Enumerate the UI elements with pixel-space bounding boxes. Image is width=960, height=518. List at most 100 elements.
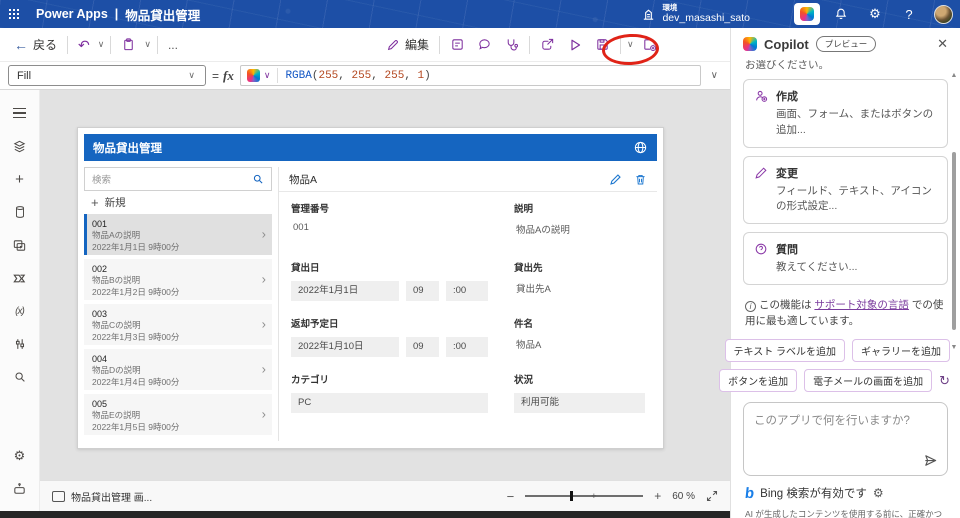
zoom-out-button[interactable]: −	[507, 489, 515, 504]
rail-insert-icon[interactable]: +	[4, 164, 36, 194]
date-input[interactable]: 2022年1月10日	[291, 337, 399, 357]
chip-add-text-label[interactable]: テキスト ラベルを追加	[724, 339, 845, 363]
globe-icon[interactable]	[633, 140, 648, 155]
undo-icon: ↶	[78, 36, 90, 53]
chevron-right-icon: ›	[261, 315, 266, 331]
rail-power-automate-icon[interactable]	[4, 263, 36, 293]
rail-variables-icon[interactable]: (x)	[4, 296, 36, 326]
rail-menu-icon[interactable]	[4, 98, 36, 128]
formula-bar: Fill ∨ = fx ∨ RGBA(255, 255, 255, 1) ∨	[0, 62, 730, 90]
copilot-toggle-button[interactable]	[790, 0, 824, 28]
app-checker-button[interactable]	[498, 32, 525, 58]
item-id: 003	[92, 309, 108, 319]
undo-button[interactable]: ↶	[72, 32, 96, 58]
status-input[interactable]: 利用可能	[514, 393, 645, 413]
account-button[interactable]	[926, 0, 960, 28]
environment-switcher[interactable]: 環境 dev_masashi_sato	[641, 3, 750, 25]
product-name[interactable]: Power Apps	[36, 7, 108, 21]
notifications-button[interactable]	[824, 0, 858, 28]
zoom-slider-handle[interactable]	[570, 491, 573, 501]
hour-input[interactable]: 09	[406, 337, 439, 357]
back-button[interactable]: ← 戻る	[8, 32, 63, 58]
overflow-button[interactable]: ...	[162, 32, 184, 58]
comments-button[interactable]	[444, 32, 471, 58]
screen-name[interactable]: 物品貸出管理 画...	[71, 489, 152, 504]
chip-add-button[interactable]: ボタンを追加	[719, 369, 798, 393]
help-button[interactable]: ?	[892, 0, 926, 28]
app-screen-preview[interactable]: 物品貸出管理 検索 + 新規 001 物品Aの説明 2022年1月1日 9時00…	[77, 127, 664, 449]
new-record-button[interactable]: + 新規	[84, 191, 272, 214]
paste-button[interactable]	[115, 32, 142, 58]
hour-input[interactable]: 09	[406, 281, 439, 301]
scroll-up-arrow[interactable]: ▲	[950, 72, 958, 79]
formula-text[interactable]: RGBA(255, 255, 255, 1)	[285, 70, 430, 82]
app-screen-header[interactable]: 物品貸出管理	[84, 134, 657, 161]
list-item[interactable]: 004 物品Dの説明 2022年1月4日 9時00分 ›	[84, 349, 272, 390]
scrollbar-thumb[interactable]	[952, 152, 956, 330]
chat-button[interactable]	[471, 32, 498, 58]
rail-settings-icon[interactable]: ⚙	[4, 441, 36, 471]
rail-media-icon[interactable]	[4, 230, 36, 260]
edit-button[interactable]: 編集	[380, 32, 435, 58]
category-input[interactable]: PC	[291, 393, 488, 413]
zoom-slider[interactable]: +	[525, 491, 644, 501]
top-app-bar: Power Apps | 物品貸出管理 環境 dev_masashi_sato	[0, 0, 960, 28]
item-datetime: 2022年1月2日 9時00分	[92, 286, 180, 297]
rail-search-icon[interactable]	[4, 362, 36, 392]
copilot-fx-icon[interactable]	[246, 69, 260, 82]
date-input[interactable]: 2022年1月1日	[291, 281, 399, 301]
list-item[interactable]: 001 物品Aの説明 2022年1月1日 9時00分 ›	[84, 214, 272, 255]
list-item[interactable]: 005 物品Eの説明 2022年1月5日 9時00分 ›	[84, 394, 272, 435]
save-dropdown-chevron[interactable]: ∨	[625, 39, 636, 50]
formula-input[interactable]: ∨ RGBA(255, 255, 255, 1)	[239, 65, 701, 86]
chip-add-gallery[interactable]: ギャラリーを追加	[852, 339, 950, 363]
copilot-fx-chevron[interactable]: ∨	[264, 70, 271, 81]
edit-record-button[interactable]	[609, 173, 622, 186]
copilot-card-question[interactable]: 質問 教えてください...	[743, 232, 948, 285]
info-icon: i	[745, 301, 756, 313]
chip-add-email-screen[interactable]: 電子メールの画面を追加	[804, 369, 933, 393]
list-item[interactable]: 003 物品Cの説明 2022年1月3日 9時00分 ›	[84, 304, 272, 345]
rail-data-icon[interactable]	[4, 197, 36, 227]
rail-tree-view-icon[interactable]	[4, 131, 36, 161]
minute-input[interactable]: :00	[446, 281, 488, 301]
search-input[interactable]: 検索	[84, 167, 272, 191]
save-button[interactable]	[589, 32, 616, 58]
design-canvas[interactable]: 物品貸出管理 検索 + 新規 001 物品Aの説明 2022年1月1日 9時00…	[40, 90, 730, 480]
field-return-date: 返却予定日 2022年1月10日 09 :00	[291, 316, 488, 357]
record-detail-panel: 物品A 管理番号 001 説明 物品Aの説明 貸出日 2022年1月1日 09 …	[278, 167, 657, 441]
close-icon[interactable]: ✕	[937, 36, 948, 52]
bing-logo: b	[744, 484, 756, 502]
refresh-suggestions-icon[interactable]: ↻	[939, 374, 950, 387]
rail-virtual-agent-icon[interactable]	[4, 474, 36, 504]
copilot-scrollbar[interactable]: ▲ ▼	[950, 72, 958, 362]
send-button[interactable]	[923, 453, 938, 468]
zoom-in-button[interactable]: +	[654, 489, 661, 503]
formula-bar-expand-chevron[interactable]: ∨	[707, 70, 722, 81]
chevron-down-icon: ∨	[188, 70, 195, 80]
list-item[interactable]: 002 物品Bの説明 2022年1月2日 9時00分 ›	[84, 259, 272, 300]
bing-settings-gear-icon[interactable]: ⚙	[873, 486, 884, 500]
screen-thumbnail-icon	[52, 490, 65, 502]
waffle-menu-icon[interactable]	[0, 0, 28, 28]
copilot-card-modify[interactable]: 変更 フィールド、テキスト、アイコンの形式設定...	[743, 155, 948, 224]
paste-dropdown-chevron[interactable]: ∨	[142, 39, 153, 50]
settings-button[interactable]: ⚙	[858, 0, 892, 28]
bing-status-row: b Bing 検索が有効です ⚙	[731, 476, 960, 505]
preview-play-button[interactable]	[561, 32, 589, 58]
undo-dropdown-chevron[interactable]: ∨	[96, 39, 107, 50]
search-placeholder: 検索	[92, 175, 112, 186]
share-button[interactable]	[534, 32, 561, 58]
minute-input[interactable]: :00	[446, 337, 488, 357]
rail-advanced-tools-icon[interactable]	[4, 329, 36, 359]
app-screen-title: 物品貸出管理	[93, 142, 162, 155]
delete-record-button[interactable]	[634, 173, 647, 186]
copilot-input[interactable]	[744, 403, 947, 456]
fullscreen-button[interactable]	[706, 490, 718, 502]
supported-languages-link[interactable]: サポート対象の言語	[814, 299, 909, 311]
copilot-card-create[interactable]: 作成 画面、フォーム、またはボタンの追加...	[743, 79, 948, 148]
property-select[interactable]: Fill ∨	[8, 65, 206, 86]
search-icon[interactable]	[252, 173, 264, 185]
publish-button[interactable]	[636, 32, 663, 58]
scroll-down-arrow[interactable]: ▼	[950, 344, 958, 351]
